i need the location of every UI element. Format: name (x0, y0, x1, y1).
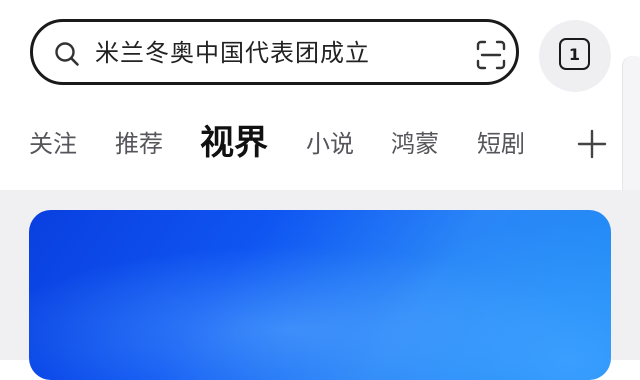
scan-icon[interactable] (475, 39, 507, 71)
search-box[interactable]: 米兰冬奥中国代表团成立 (30, 19, 519, 85)
feed-banner-card[interactable] (29, 210, 611, 380)
tab-tuijian[interactable]: 推荐 (115, 128, 163, 160)
tabs-count: 1 (568, 44, 581, 64)
tabs-switcher-button[interactable]: 1 (539, 20, 611, 92)
tab-hongmeng[interactable]: 鸿蒙 (391, 128, 439, 160)
tab-duanju[interactable]: 短剧 (477, 128, 525, 160)
tab-xiaoshuo[interactable]: 小说 (306, 128, 354, 160)
search-icon (55, 42, 79, 66)
tab-guanzhu[interactable]: 关注 (29, 128, 77, 160)
plus-icon[interactable] (576, 128, 608, 160)
tabs-icon: 1 (559, 38, 590, 70)
top-header: 米兰冬奥中国代表团成立 1 关注 推荐 视界 小说 鸿蒙 短剧 (0, 0, 640, 190)
channel-nav: 关注 推荐 视界 小说 鸿蒙 短剧 (0, 112, 640, 176)
tab-shijie[interactable]: 视界 (200, 120, 268, 166)
search-query-text[interactable]: 米兰冬奥中国代表团成立 (95, 39, 370, 67)
